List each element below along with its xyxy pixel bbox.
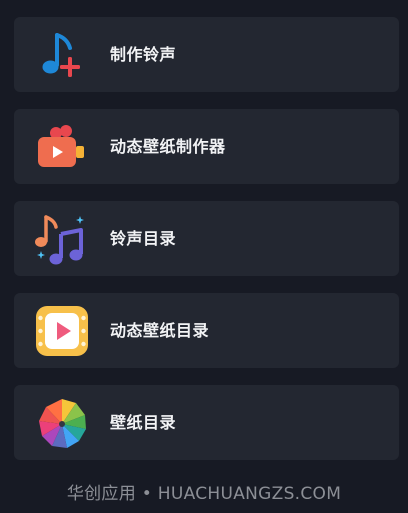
menu-item-label: 制作铃声 — [110, 45, 177, 64]
menu-item-wallpaper-catalog[interactable]: 壁纸目录 — [14, 385, 399, 460]
menu-list: 制作铃声 动态壁纸制作器 铃声目录 动态壁纸目录 壁纸目录 — [14, 17, 399, 477]
menu-item-label: 铃声目录 — [110, 229, 177, 248]
menu-item-make-ringtone[interactable]: 制作铃声 — [14, 17, 399, 92]
menu-item-label: 动态壁纸目录 — [110, 321, 210, 340]
music-notes-icon — [34, 211, 90, 267]
menu-item-live-wallpaper-maker[interactable]: 动态壁纸制作器 — [14, 109, 399, 184]
menu-item-live-wallpaper-catalog[interactable]: 动态壁纸目录 — [14, 293, 399, 368]
video-camera-icon — [34, 119, 90, 175]
menu-item-label: 动态壁纸制作器 — [110, 137, 226, 156]
menu-item-ringtone-catalog[interactable]: 铃声目录 — [14, 201, 399, 276]
film-play-icon — [34, 303, 90, 359]
menu-item-label: 壁纸目录 — [110, 413, 177, 432]
music-note-plus-icon — [34, 27, 90, 83]
color-wheel-icon — [34, 395, 90, 451]
watermark-text: 华创应用 • HUACHUANGZS.COM — [66, 484, 342, 504]
